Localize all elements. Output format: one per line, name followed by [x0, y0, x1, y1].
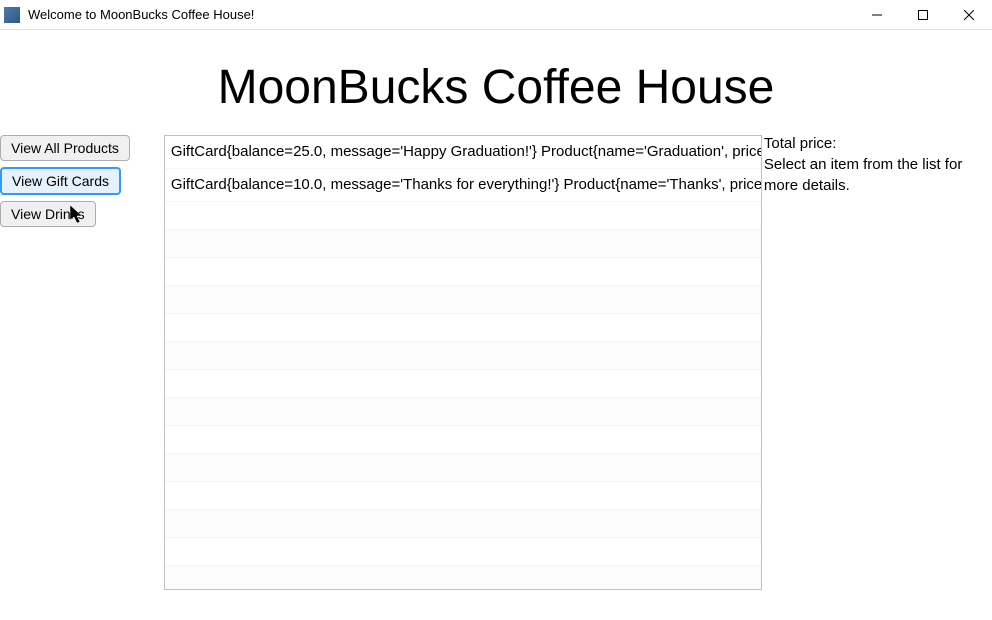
list-empty-row	[165, 538, 761, 566]
product-list[interactable]: GiftCard{balance=25.0, message='Happy Gr…	[164, 135, 762, 590]
titlebar: Welcome to MoonBucks Coffee House!	[0, 0, 992, 30]
sidebar: View All Products View Gift Cards View Dri…	[0, 135, 130, 233]
list-empty-row	[165, 566, 761, 590]
list-empty-row	[165, 370, 761, 398]
app-icon	[4, 7, 20, 23]
list-empty-row	[165, 342, 761, 370]
list-empty-row	[165, 398, 761, 426]
sidebar-button-view-gift-cards[interactable]: View Gift Cards	[0, 167, 121, 195]
content-area: View All Products View Gift Cards View Dri…	[0, 135, 992, 590]
list-empty-row	[165, 258, 761, 286]
window-title: Welcome to MoonBucks Coffee House!	[28, 7, 854, 22]
maximize-icon	[918, 10, 928, 20]
list-item[interactable]: GiftCard{balance=10.0, message='Thanks f…	[165, 169, 761, 202]
maximize-button[interactable]	[900, 0, 946, 29]
total-price-label: Total price:	[764, 135, 992, 152]
detail-panel: Total price: Select an item from the lis…	[762, 135, 992, 196]
window-controls	[854, 0, 992, 29]
list-empty-row	[165, 482, 761, 510]
sidebar-button-view-all-products[interactable]: View All Products	[0, 135, 130, 161]
list-empty-row	[165, 426, 761, 454]
list-empty-row	[165, 454, 761, 482]
list-empty-row	[165, 230, 761, 258]
page-title: MoonBucks Coffee House	[0, 60, 992, 115]
list-empty-row	[165, 286, 761, 314]
sidebar-button-view-drinks[interactable]: View Drinks	[0, 201, 96, 227]
header: MoonBucks Coffee House	[0, 30, 992, 135]
detail-text: Select an item from the list for more de…	[764, 154, 992, 196]
list-empty-row	[165, 510, 761, 538]
minimize-icon	[872, 10, 882, 20]
list-item[interactable]: GiftCard{balance=25.0, message='Happy Gr…	[165, 136, 761, 169]
close-icon	[964, 10, 974, 20]
minimize-button[interactable]	[854, 0, 900, 29]
list-empty-row	[165, 202, 761, 230]
close-button[interactable]	[946, 0, 992, 29]
list-empty-row	[165, 314, 761, 342]
